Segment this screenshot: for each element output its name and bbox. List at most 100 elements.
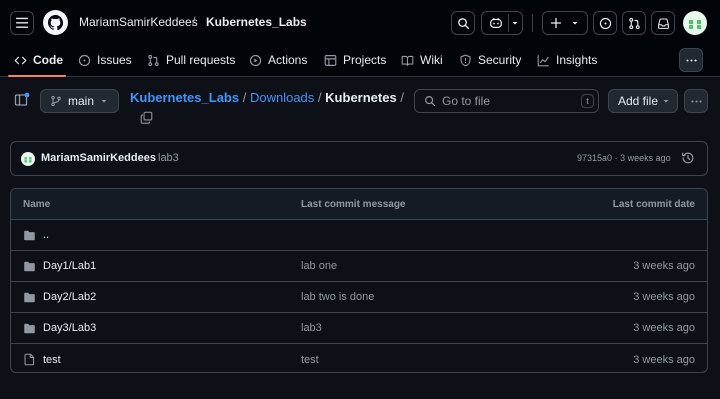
menu-button[interactable] — [10, 11, 34, 35]
commit-message[interactable]: lab3 — [158, 152, 179, 164]
search-icon — [457, 17, 469, 29]
chevron-down-icon — [663, 100, 669, 103]
commit-message-link[interactable]: lab3 — [301, 313, 322, 343]
repo-link[interactable]: Kubernetes_Labs — [206, 15, 307, 29]
tab-wiki[interactable]: Wiki — [401, 44, 443, 76]
file-name-link[interactable]: Day3/Lab3 — [43, 322, 96, 334]
tab-pull-requests[interactable]: Pull requests — [147, 44, 235, 76]
commit-date: 3 weeks ago — [633, 322, 695, 334]
search-icon — [425, 96, 436, 107]
owner-link[interactable]: MariamSamirKeddees — [79, 15, 198, 29]
table-row[interactable]: Day3/Lab3 lab3 3 weeks ago — [11, 313, 707, 344]
folder-icon — [24, 230, 35, 240]
table-row[interactable]: test test 3 weeks ago — [11, 344, 707, 372]
breadcrumb-repo-link[interactable]: Kubernetes_Labs — [130, 90, 239, 105]
tab-code[interactable]: Code — [14, 44, 63, 76]
copilot-icon — [490, 17, 502, 28]
folder-icon — [24, 261, 35, 271]
branch-selector-button[interactable]: main — [40, 89, 119, 113]
pull-request-icon — [148, 54, 159, 66]
folder-icon — [24, 323, 35, 333]
hamburger-icon — [15, 17, 29, 28]
code-icon — [14, 56, 27, 64]
table-icon — [324, 54, 337, 66]
search-button[interactable] — [451, 11, 475, 35]
commit-time: 3 weeks ago — [620, 153, 671, 163]
breadcrumb-separator: / — [317, 90, 322, 105]
table-row[interactable]: Day2/Lab2 lab two is done 3 weeks ago — [11, 282, 707, 313]
copilot-button[interactable] — [481, 11, 523, 35]
commit-message-link[interactable]: test — [301, 344, 319, 372]
file-name-link[interactable]: Day2/Lab2 — [43, 291, 96, 303]
issues-button[interactable] — [593, 11, 617, 35]
file-icon — [24, 353, 35, 366]
tab-label: Actions — [268, 53, 308, 67]
pull-requests-button[interactable] — [622, 11, 646, 35]
column-header-name: Name — [23, 199, 51, 210]
commit-message-link[interactable]: lab two is done — [301, 282, 374, 312]
breadcrumb: Kubernetes_Labs / Downloads / Kubernetes… — [130, 90, 404, 105]
tab-label: Security — [478, 53, 522, 67]
tab-actions[interactable]: Actions — [249, 44, 307, 76]
chevron-down-icon — [101, 100, 107, 103]
tab-label: Projects — [343, 53, 387, 67]
tab-label: Pull requests — [166, 53, 236, 67]
play-icon — [249, 54, 262, 66]
commit-history-button[interactable] — [681, 151, 697, 167]
commit-author-avatar[interactable] — [21, 152, 35, 166]
folder-icon — [24, 292, 35, 302]
tab-label: Code — [33, 53, 63, 67]
commit-date: 3 weeks ago — [633, 353, 695, 366]
parent-directory-row[interactable]: .. — [11, 220, 707, 251]
github-logo-icon[interactable] — [43, 10, 68, 35]
more-options-button[interactable] — [684, 89, 708, 113]
go-to-file-input[interactable]: Go to file t — [414, 89, 599, 113]
issue-opened-icon — [599, 17, 611, 29]
create-new-button[interactable] — [542, 11, 588, 35]
column-header-date: Last commit date — [612, 199, 695, 210]
copy-icon — [140, 111, 153, 124]
git-branch-icon — [51, 95, 61, 107]
commit-meta-dot: · — [614, 153, 618, 163]
breadcrumb-downloads-link[interactable]: Downloads — [250, 90, 314, 105]
column-header-message: Last commit message — [301, 199, 406, 210]
copy-path-button[interactable] — [140, 111, 154, 125]
breadcrumb-separator: / — [400, 90, 404, 105]
kebab-horizontal-icon — [690, 99, 702, 103]
table-header: Name Last commit message Last commit dat… — [11, 189, 707, 220]
inbox-button[interactable] — [651, 11, 675, 35]
file-table: Name Last commit message Last commit dat… — [10, 188, 708, 373]
tab-security[interactable]: Security — [459, 44, 521, 76]
commit-sha[interactable]: 97315a0 — [577, 153, 612, 163]
issue-icon — [78, 54, 91, 66]
owner-repo-separator: / — [192, 14, 196, 29]
plus-icon — [550, 17, 562, 29]
tab-insights[interactable]: Insights — [537, 44, 597, 76]
commit-message-link[interactable]: lab one — [301, 251, 337, 281]
pull-request-icon — [628, 17, 640, 29]
tab-projects[interactable]: Projects — [324, 44, 386, 76]
file-name-link[interactable]: Day1/Lab1 — [43, 260, 96, 272]
inbox-icon — [657, 18, 669, 29]
table-row[interactable]: Day1/Lab1 lab one 3 weeks ago — [11, 251, 707, 282]
avatar-identicon-icon — [24, 157, 32, 163]
breadcrumb-separator: / — [242, 90, 247, 105]
more-tabs-button[interactable] — [679, 48, 703, 72]
breadcrumb-current: Kubernetes — [325, 90, 397, 105]
tab-label: Insights — [556, 53, 598, 67]
expand-file-tree-button[interactable] — [14, 92, 30, 108]
file-name-link[interactable]: test — [43, 354, 61, 366]
commit-date: 3 weeks ago — [633, 260, 695, 272]
kebab-horizontal-icon — [685, 58, 697, 62]
commit-author[interactable]: MariamSamirKeddees — [41, 152, 156, 164]
user-avatar[interactable] — [683, 11, 707, 35]
chevron-down-icon — [512, 22, 518, 25]
header-divider — [532, 14, 533, 32]
add-file-button[interactable]: Add file — [608, 89, 678, 113]
avatar-identicon-icon — [689, 20, 701, 29]
branch-name: main — [68, 94, 95, 108]
shield-icon — [460, 54, 471, 66]
tab-issues[interactable]: Issues — [78, 44, 132, 76]
parent-directory-link[interactable]: .. — [43, 229, 49, 241]
tab-label: Wiki — [420, 53, 443, 67]
